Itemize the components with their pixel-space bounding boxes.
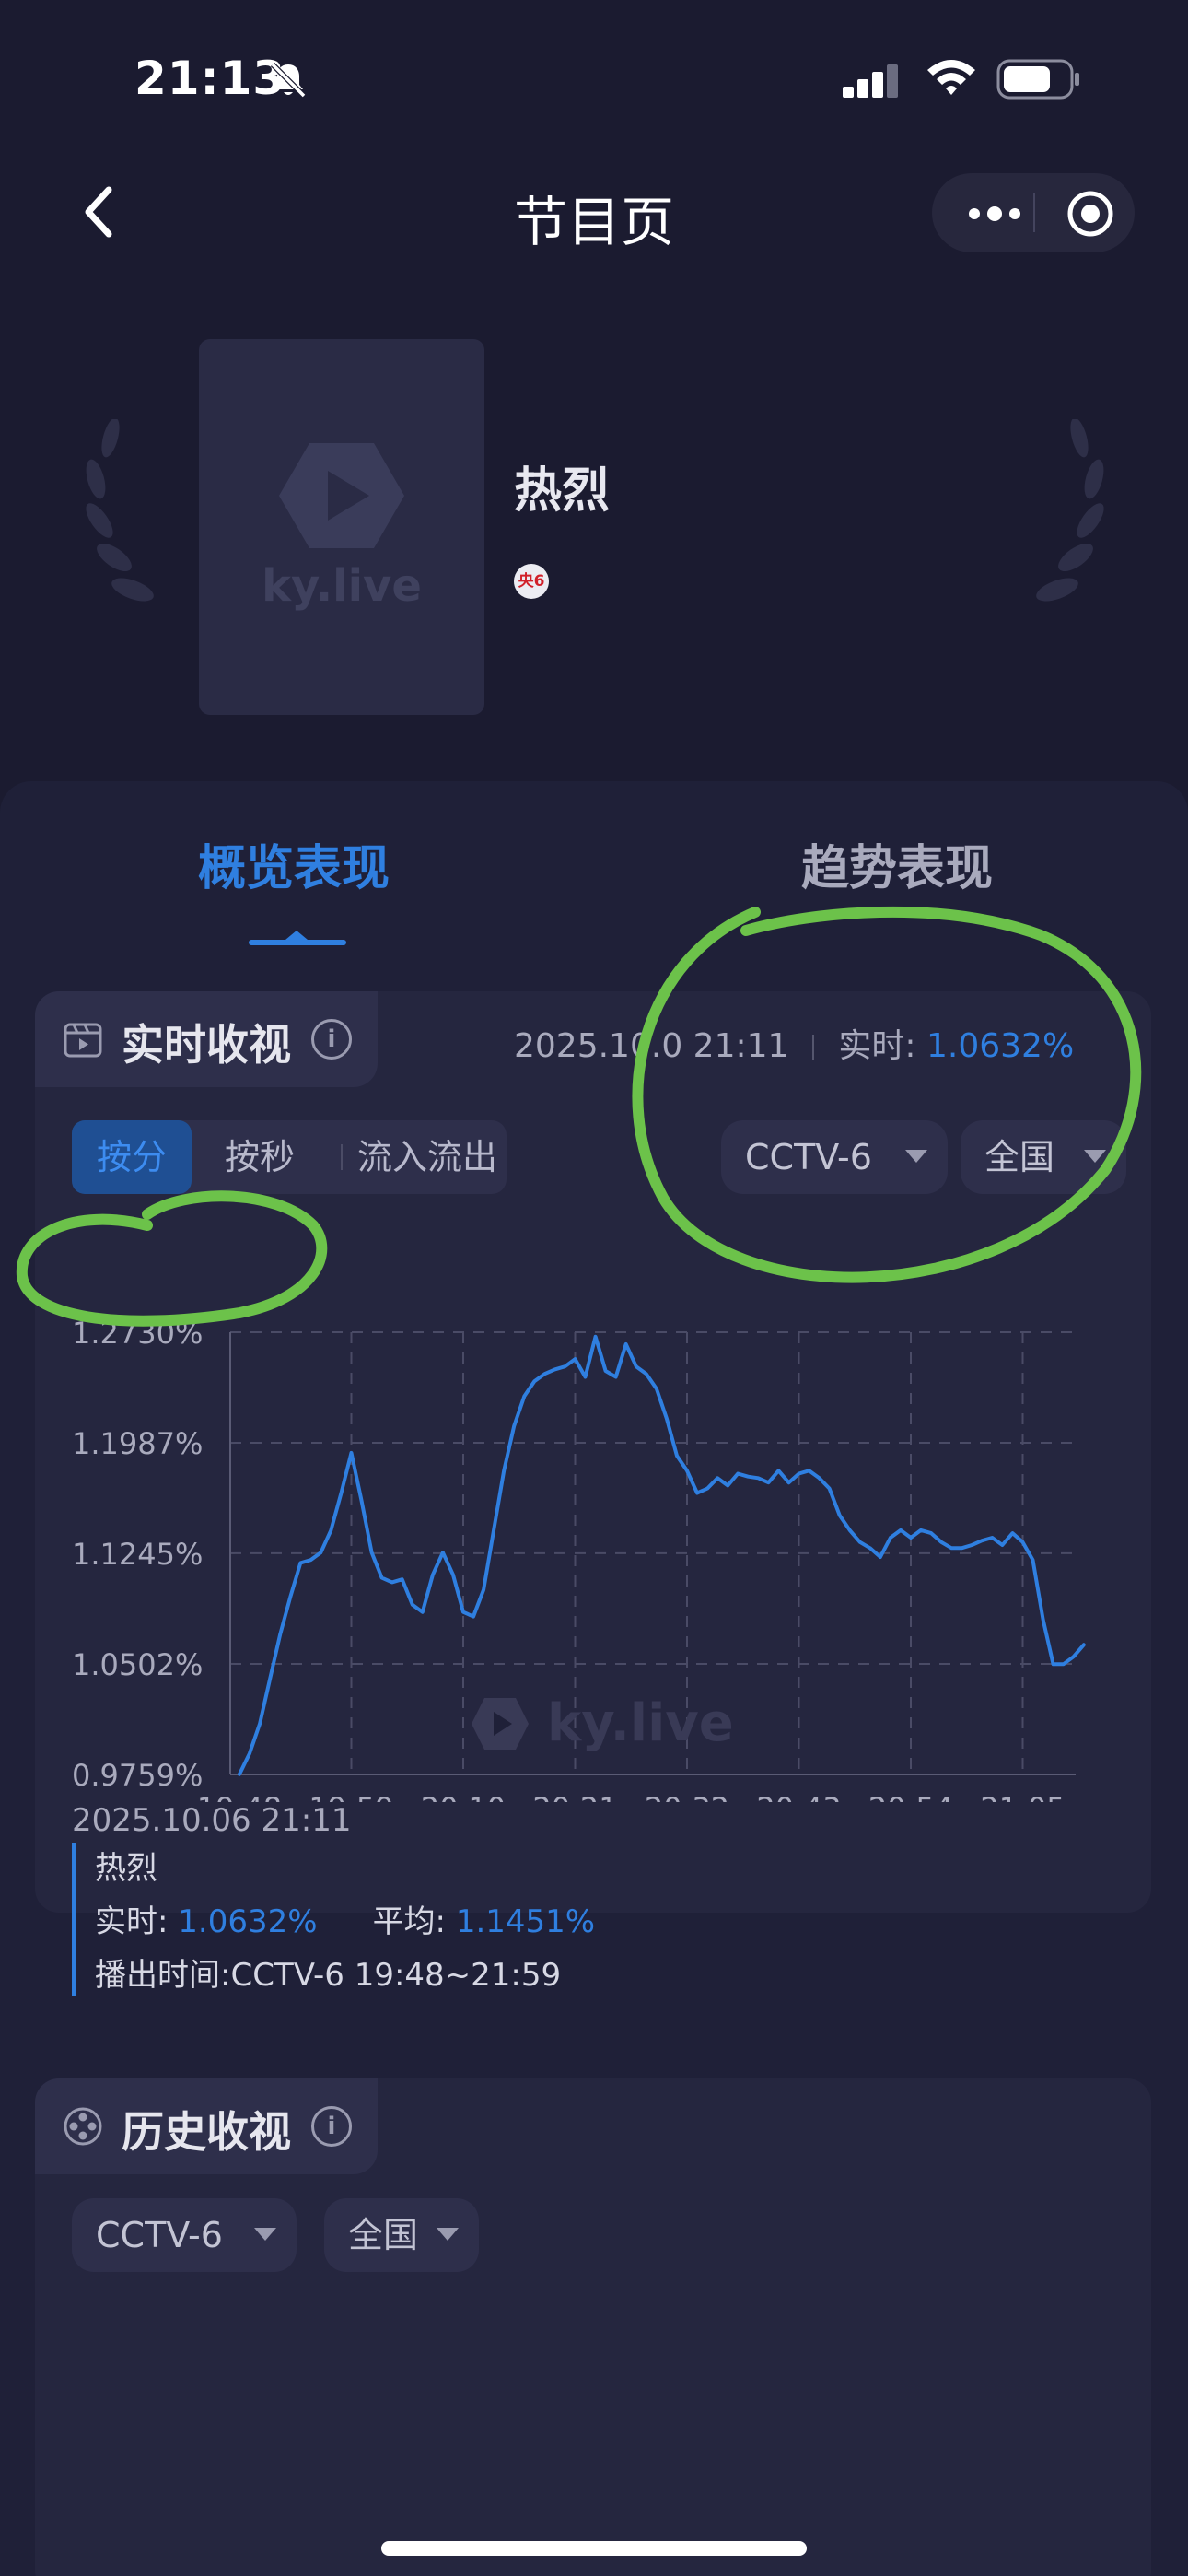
- tab-overview[interactable]: 概览表现: [198, 829, 390, 898]
- realtime-card: 实时收视 i 2025.10.0 21:11 实时: 1.0632% 按分 按秒 …: [35, 991, 1151, 1996]
- tooltip-air-time-value: CCTV-6 19:48~21:59: [230, 1957, 562, 1994]
- nav-bar: 节目页: [0, 166, 1188, 258]
- signal-icon: [843, 64, 898, 98]
- tab-active-indicator: [249, 940, 346, 945]
- channel-select-value: CCTV-6: [745, 1137, 872, 1177]
- kylive-logo-icon: [279, 443, 404, 548]
- info-icon[interactable]: i: [311, 2106, 352, 2147]
- region-select[interactable]: 全国: [961, 1120, 1126, 1194]
- tooltip-values: 实时: 1.0632% 平均: 1.1451%: [95, 1896, 595, 1941]
- kylive-logo-icon: [472, 1698, 529, 1750]
- y-tick-label: 1.0502%: [72, 1647, 203, 1682]
- y-tick-label: 1.1987%: [72, 1426, 203, 1461]
- tooltip-air-time: 播出时间:CCTV-6 19:48~21:59: [95, 1950, 561, 1995]
- history-region-value: 全国: [348, 2215, 419, 2255]
- history-channel-select[interactable]: CCTV-6: [72, 2198, 297, 2272]
- history-channel-value: CCTV-6: [96, 2215, 223, 2255]
- more-dots-icon[interactable]: [967, 195, 1022, 232]
- film-reel-icon: [64, 2107, 102, 2146]
- history-card: 历史收视 i CCTV-6 全国: [35, 2078, 1151, 2576]
- realtime-label: 实时:: [838, 1027, 916, 1065]
- y-tick-label: 1.1245%: [72, 1537, 203, 1572]
- laurel-left-icon: [86, 419, 154, 602]
- tooltip-avg-value: 1.1451%: [455, 1903, 596, 1940]
- segment-by-minute[interactable]: 按分: [72, 1120, 192, 1194]
- realtime-card-header: 实时收视 i: [35, 991, 378, 1087]
- home-indicator[interactable]: [381, 2541, 807, 2556]
- segment-divider: [341, 1144, 343, 1170]
- caret-down-icon: [1084, 1150, 1106, 1163]
- y-tick-label: 0.9759%: [72, 1758, 203, 1793]
- x-tick-label: 19:59: [309, 1791, 393, 1802]
- channel-select[interactable]: CCTV-6: [721, 1120, 948, 1194]
- tab-active-notch: [285, 931, 308, 940]
- realtime-value: 1.0632%: [926, 1027, 1075, 1065]
- x-tick-label: 20:43: [756, 1791, 841, 1802]
- capsule-divider: [1033, 193, 1035, 232]
- segment-by-second[interactable]: 按秒: [204, 1120, 315, 1194]
- laurel-right-icon: [1036, 419, 1104, 602]
- channel-badge: 央6: [514, 564, 549, 599]
- tv-icon: [64, 1023, 102, 1058]
- granularity-segmented-control: 按分 按秒 流入流出: [72, 1120, 507, 1194]
- tooltip-date: 2025.10.06 21:11: [72, 1802, 352, 1839]
- history-title: 历史收视: [122, 2107, 291, 2157]
- main-panel: 概览表现 趋势表现 实时收视 i 2025.10.0 21:11 实时: 1.06…: [0, 781, 1188, 2576]
- tooltip-realtime-value: 1.0632%: [178, 1903, 318, 1940]
- program-title: 热烈: [514, 463, 611, 519]
- meta-divider: [812, 1035, 815, 1060]
- history-region-select[interactable]: 全国: [324, 2198, 479, 2272]
- y-tick-label: 1.2730%: [72, 1316, 203, 1351]
- program-poster: ky.live: [199, 339, 484, 715]
- region-select-value: 全国: [984, 1137, 1055, 1177]
- mini-program-capsule: [932, 173, 1135, 252]
- tooltip-avg-label: 平均:: [372, 1903, 447, 1940]
- tab-trend[interactable]: 趋势表现: [801, 829, 993, 898]
- caret-down-icon: [905, 1150, 927, 1163]
- watermark-text: ky.live: [547, 1693, 734, 1753]
- wifi-icon: [927, 60, 975, 95]
- x-tick-label: 19:48: [197, 1791, 282, 1802]
- caret-down-icon: [254, 2228, 276, 2241]
- caret-down-icon: [437, 2228, 459, 2241]
- x-tick-label: 20:21: [532, 1791, 617, 1802]
- bell-slash-icon: [270, 62, 307, 99]
- history-card-header: 历史收视 i: [35, 2078, 378, 2174]
- x-tick-label: 20:10: [421, 1791, 506, 1802]
- poster-logo-text: ky.live: [262, 560, 422, 612]
- segment-flow[interactable]: 流入流出: [348, 1120, 507, 1194]
- info-icon[interactable]: i: [311, 1019, 352, 1060]
- status-bar: 21:13: [0, 0, 1188, 157]
- tooltip-program: 热烈: [95, 1850, 157, 1887]
- battery-icon: [996, 59, 1079, 100]
- tooltip-box: 热烈 实时: 1.0632% 平均: 1.1451% 播出时间:CCTV-6 19…: [72, 1843, 1085, 1996]
- x-tick-label: 20:54: [868, 1791, 953, 1802]
- status-time: 21:13: [134, 52, 286, 105]
- realtime-meta: 2025.10.0 21:11 实时: 1.0632%: [514, 1019, 1074, 1067]
- target-icon[interactable]: [1066, 190, 1114, 238]
- x-tick-label: 20:32: [645, 1791, 729, 1802]
- realtime-timestamp: 2025.10.0 21:11: [514, 1027, 789, 1065]
- x-tick-label: 21:05: [980, 1791, 1065, 1802]
- tooltip-realtime-label: 实时:: [95, 1903, 169, 1940]
- tooltip-air-time-label: 播出时间:: [95, 1957, 231, 1994]
- realtime-title: 实时收视: [122, 1020, 291, 1070]
